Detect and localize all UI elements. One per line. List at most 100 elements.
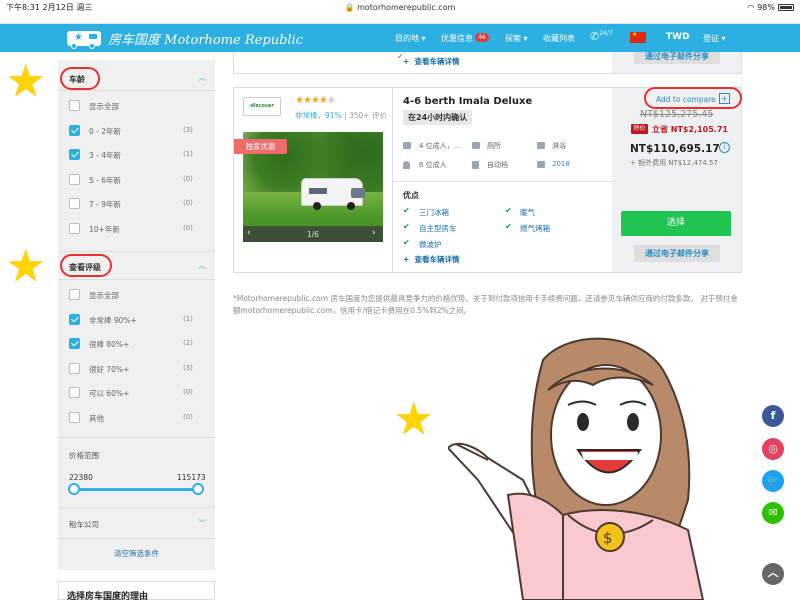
phone-icon: ✆	[590, 30, 600, 43]
twitter-icon[interactable]: 🐦	[762, 470, 784, 492]
chevron-up-icon[interactable]: ︿	[198, 260, 206, 271]
star-sticker-icon: ★	[6, 56, 46, 107]
cartoon-girl-illustration: $	[448, 337, 705, 600]
filter-option-label[interactable]: 很好 70%+	[89, 364, 129, 375]
select-button[interactable]: 选择	[621, 211, 731, 236]
back-to-top-icon[interactable]: ︿	[762, 563, 784, 585]
filter-option-label[interactable]: 其他	[89, 413, 104, 424]
wechat-icon[interactable]: ✉	[762, 502, 784, 524]
nav-favorites[interactable]: 收藏列表	[543, 33, 575, 44]
vehicle-name[interactable]: 4-6 berth Imala Deluxe	[403, 96, 532, 107]
nav-label: 探索	[505, 34, 521, 43]
divider	[58, 538, 215, 539]
login-menu[interactable]: 登征 ▾	[703, 33, 726, 44]
pros-title: 优点	[403, 191, 419, 200]
deal-tag: 特价	[631, 124, 648, 134]
filter-option-label[interactable]: 0 - 2年新	[89, 126, 121, 137]
toilet-icon	[472, 142, 480, 149]
spec-toilet: 厕所	[487, 142, 501, 150]
rating-stars-icon: ★★★★★	[295, 95, 336, 106]
filter-checkbox[interactable]	[69, 124, 80, 136]
payment-disclaimer: *Motorhomerepublic.com 房车国度为您提供最具竞争力的价格优…	[233, 294, 738, 315]
star-sticker-icon: ★	[394, 394, 434, 445]
nav-destinations[interactable]: 目的地 ▾	[395, 33, 426, 44]
previous-email-button[interactable]: 通过电子邮件分享	[634, 52, 720, 64]
filter-checkbox[interactable]	[69, 149, 80, 160]
filter-checkbox[interactable]	[69, 411, 80, 423]
filter-checkbox[interactable]	[69, 222, 80, 234]
filter-option-count: (0)	[183, 199, 193, 207]
address-bar[interactable]: 🔒 motorhomerepublic.com	[0, 3, 800, 12]
plus-icon: +	[403, 57, 410, 66]
star-sticker-icon: ★	[6, 241, 46, 292]
filter-option-label[interactable]: 显示全部	[89, 101, 119, 112]
divider	[58, 90, 215, 91]
divider	[58, 279, 215, 280]
currency-selector[interactable]: TWD	[666, 32, 690, 42]
filter-option-label[interactable]: 5 - 6年新	[89, 175, 121, 186]
link-label: 查看车辆详情	[414, 57, 460, 66]
logo-van-icon[interactable]: ★	[67, 31, 101, 49]
savings-text: 立省 NT$2,105.71	[652, 125, 728, 134]
check-icon: ✔	[403, 222, 410, 231]
shower-icon	[537, 142, 545, 149]
pro-item: 燃气烤箱	[520, 224, 550, 233]
supplier-logo-text: discover	[250, 103, 274, 109]
sleeps-icon	[403, 161, 410, 169]
nav-label: 优惠信息	[441, 34, 473, 43]
vehicle-details-link[interactable]: + 查看车辆详情	[403, 254, 460, 265]
support-phone[interactable]: ✆24/7	[590, 30, 613, 43]
rating-summary[interactable]: 非常棒，91% | 350+ 评价	[295, 110, 387, 121]
filter-option-label[interactable]: 很棒 80%+	[89, 339, 129, 350]
clear-filters-link[interactable]: 清空筛选条件	[58, 548, 215, 559]
filter-checkbox[interactable]	[69, 338, 80, 349]
rating-separator: |	[341, 111, 349, 120]
china-flag-icon[interactable]	[630, 31, 646, 43]
filter-option-count: (0)	[183, 174, 193, 183]
filter-option-label[interactable]: 显示全部	[89, 290, 119, 301]
filter-checkbox[interactable]	[69, 362, 80, 374]
supplier-logo: discover	[243, 97, 281, 116]
divider	[58, 507, 215, 508]
filter-checkbox[interactable]	[69, 289, 80, 300]
link-label: 查看车辆详情	[414, 255, 460, 264]
gallery-index: 1/6	[306, 230, 320, 239]
price-slider-min-handle[interactable]	[68, 483, 80, 495]
filter-checkbox[interactable]	[69, 100, 80, 111]
pro-item: 微波炉	[419, 240, 442, 249]
spec-shower: 淋浴	[552, 142, 566, 150]
price-slider-max-handle[interactable]	[192, 483, 204, 495]
filter-option-label[interactable]: 非常棒 90%+	[89, 315, 137, 326]
filter-checkbox[interactable]	[69, 313, 80, 325]
brand-logo[interactable]: 房车国度 Motorhome Republic	[108, 29, 303, 48]
filter-option-count: (0)	[183, 388, 193, 396]
extra-fees: + 额外费用 NT$12,474.57	[630, 159, 718, 167]
browser-chrome	[0, 14, 800, 24]
confirm-badge: 在24小时内确认	[403, 110, 473, 125]
reasons-title: 选择房车国度的理由	[67, 592, 149, 600]
filter-checkbox[interactable]	[69, 173, 80, 185]
facebook-icon[interactable]: f	[762, 405, 784, 427]
info-icon[interactable]: i	[719, 142, 730, 153]
filter-checkbox[interactable]	[69, 198, 80, 209]
filter-option-label[interactable]: 3 - 4年新	[89, 150, 121, 161]
previous-details-link[interactable]: + 查看车辆详情	[403, 56, 460, 67]
nav-explore[interactable]: 探索 ▾	[505, 33, 528, 44]
rental-company-title[interactable]: 租车公司	[69, 519, 99, 530]
filter-option-label[interactable]: 7 - 9年新	[89, 199, 121, 210]
instagram-icon[interactable]: ◎	[762, 438, 784, 460]
filter-option-label[interactable]: 可以 60%+	[89, 388, 129, 399]
filter-option-label[interactable]: 10+年新	[89, 224, 120, 235]
chevron-down-icon[interactable]: ﹀	[198, 518, 206, 529]
email-share-button[interactable]: 通过电子邮件分享	[634, 245, 720, 262]
price-max: 115173	[177, 473, 206, 482]
deals-badge: 46	[475, 33, 489, 42]
chevron-up-icon[interactable]: ︿	[198, 72, 206, 83]
pro-item: 三门冰箱	[419, 208, 449, 217]
filter-checkbox[interactable]	[69, 387, 80, 398]
divider	[58, 251, 215, 252]
support-label: 24/7	[599, 30, 613, 37]
rating-text: 非常棒，91%	[295, 111, 342, 120]
check-icon: ✔	[403, 238, 410, 247]
nav-deals[interactable]: 优惠信息 46	[441, 33, 489, 44]
